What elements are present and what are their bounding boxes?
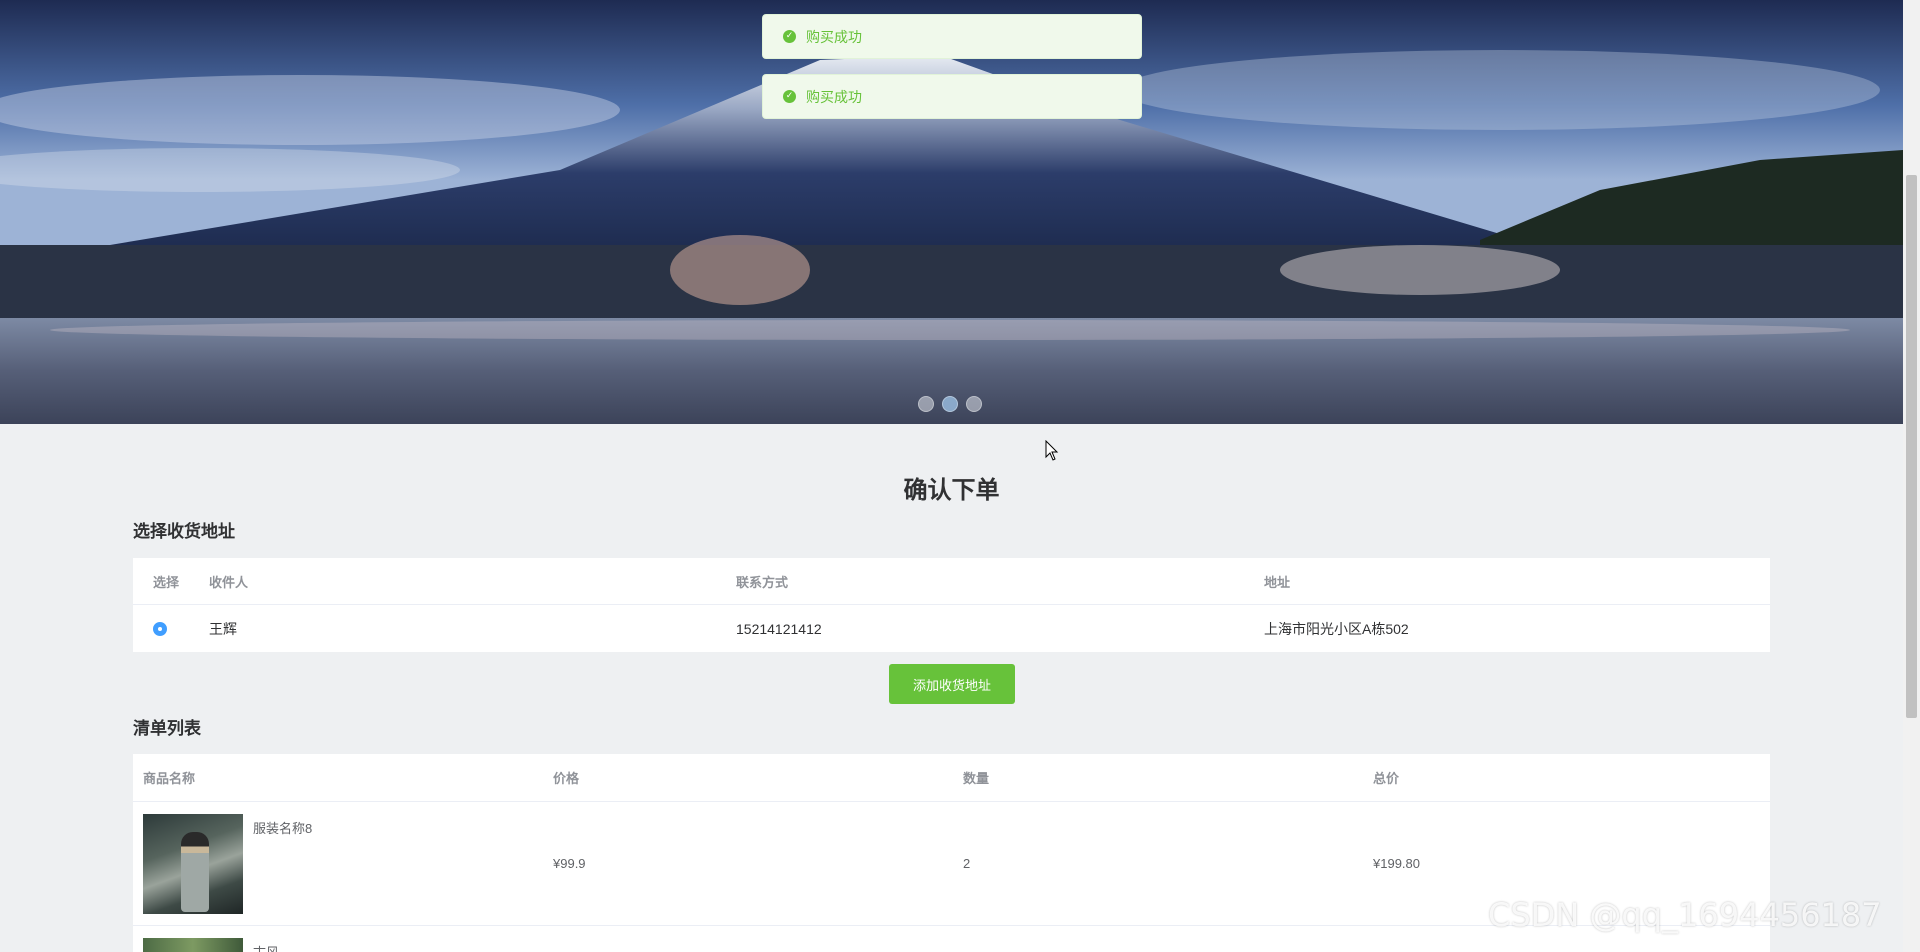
- order-section-title: 清单列表: [133, 719, 201, 738]
- page-scrollbar-thumb[interactable]: [1906, 175, 1917, 718]
- address-select-radio[interactable]: [153, 621, 167, 636]
- success-check-icon: ✓: [783, 90, 796, 103]
- product-image[interactable]: [143, 938, 243, 952]
- column-header-phone: 联系方式: [736, 574, 789, 590]
- success-check-icon: ✓: [783, 30, 796, 43]
- column-header-recipient: 收件人: [209, 574, 249, 590]
- carousel-dot-3[interactable]: [966, 396, 982, 412]
- recipient-phone: 15214121412: [736, 620, 822, 637]
- order-table-header: 商品名称 价格 数量 总价: [133, 754, 1770, 802]
- toast-text: 购买成功: [806, 28, 862, 45]
- product-image[interactable]: [143, 814, 243, 914]
- watermark: CSDN @qq_1694456187: [1488, 896, 1882, 934]
- column-header-total: 总价: [1373, 771, 1400, 786]
- column-header-product: 商品名称: [143, 771, 196, 786]
- product-name: 古风: [253, 942, 279, 952]
- banner-image: [0, 0, 1903, 424]
- toast-text: 购买成功: [806, 88, 862, 105]
- column-header-select: 选择: [153, 574, 180, 590]
- carousel-indicators: [918, 396, 982, 412]
- success-toast: ✓ 购买成功: [762, 14, 1142, 59]
- address-table: 选择 收件人 联系方式 地址 王辉 15214121412 上海市阳光小区A栋5…: [133, 558, 1770, 652]
- carousel-dot-1[interactable]: [918, 396, 934, 412]
- carousel-dot-2[interactable]: [942, 396, 958, 412]
- recipient-name: 王辉: [209, 620, 237, 637]
- column-header-address: 地址: [1264, 574, 1291, 590]
- table-row[interactable]: 王辉 15214121412 上海市阳光小区A栋502: [133, 605, 1770, 652]
- success-toast: ✓ 购买成功: [762, 74, 1142, 119]
- product-quantity: 2: [963, 856, 971, 871]
- carousel-banner[interactable]: [0, 0, 1903, 424]
- page-title: 确认下单: [903, 477, 1000, 504]
- recipient-address: 上海市阳光小区A栋502: [1264, 620, 1409, 637]
- product-price: ¥99.9: [553, 856, 586, 871]
- address-section-title: 选择收货地址: [133, 522, 235, 541]
- address-table-header: 选择 收件人 联系方式 地址: [133, 558, 1770, 605]
- product-name: 服装名称8: [253, 821, 313, 836]
- product-total: ¥199.80: [1373, 856, 1420, 871]
- mouse-cursor-icon: [1045, 440, 1059, 461]
- column-header-quantity: 数量: [963, 771, 990, 786]
- add-address-button[interactable]: 添加收货地址: [889, 664, 1015, 704]
- column-header-price: 价格: [553, 771, 580, 786]
